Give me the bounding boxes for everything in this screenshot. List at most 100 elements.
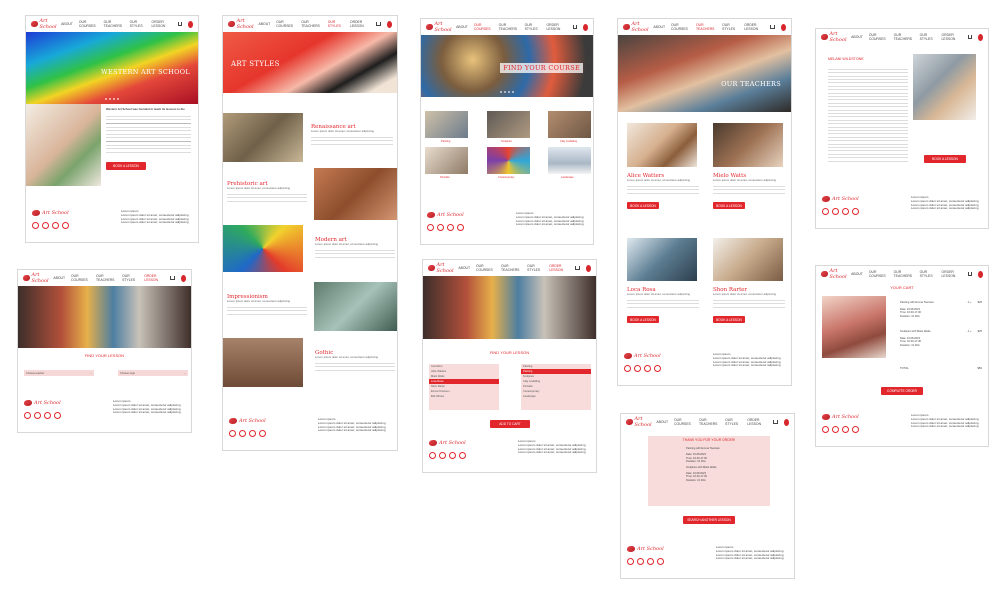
- nav-courses[interactable]: OUR COURSES: [674, 418, 693, 426]
- nav-teachers[interactable]: OUR TEACHERS: [501, 264, 521, 272]
- logo[interactable]: Art School: [626, 416, 656, 428]
- nav-order[interactable]: ORDER LESSON: [747, 418, 767, 426]
- user-icon[interactable]: [386, 20, 392, 28]
- nav-courses[interactable]: OUR COURSES: [869, 270, 888, 278]
- nav-teachers[interactable]: OUR TEACHERS: [699, 418, 719, 426]
- nav-about[interactable]: ABOUT: [61, 22, 73, 26]
- facebook-icon[interactable]: [822, 208, 829, 215]
- youtube-icon[interactable]: [647, 558, 654, 565]
- youtube-icon[interactable]: [449, 452, 456, 459]
- nav-styles[interactable]: OUR STYLES: [122, 274, 138, 282]
- cart-icon[interactable]: [177, 22, 182, 26]
- cart-icon[interactable]: [773, 420, 778, 424]
- nav-styles[interactable]: OUR STYLES: [920, 33, 936, 41]
- facebook-icon[interactable]: [627, 558, 634, 565]
- course-landscape[interactable]: [548, 147, 591, 174]
- cart-icon[interactable]: [575, 266, 580, 270]
- logo[interactable]: Art School: [821, 31, 851, 43]
- user-icon[interactable]: [180, 274, 186, 282]
- user-icon[interactable]: [585, 264, 591, 272]
- complete-order-button[interactable]: COMPLETE ORDER: [881, 387, 923, 395]
- nav-styles[interactable]: OUR STYLES: [920, 270, 936, 278]
- pinterest-icon[interactable]: [852, 208, 859, 215]
- nav-courses[interactable]: OUR COURSES: [476, 264, 495, 272]
- nav-about[interactable]: ABOUT: [851, 35, 863, 39]
- course-contemporary[interactable]: [487, 147, 530, 174]
- user-icon[interactable]: [977, 33, 983, 41]
- nav-about[interactable]: ABOUT: [458, 266, 470, 270]
- nav-styles[interactable]: OUR STYLES: [130, 20, 146, 28]
- cart-icon[interactable]: [967, 35, 972, 39]
- nav-order[interactable]: ORDER LESSON: [152, 20, 172, 28]
- logo[interactable]: Art School: [23, 272, 53, 284]
- nav-about[interactable]: ABOUT: [259, 22, 271, 26]
- user-icon[interactable]: [187, 20, 193, 28]
- course-portraits[interactable]: [425, 147, 468, 174]
- user-icon[interactable]: [783, 418, 789, 426]
- facebook-icon[interactable]: [427, 224, 434, 231]
- nav-courses[interactable]: OUR COURSES: [474, 23, 493, 31]
- instagram-icon[interactable]: [439, 452, 446, 459]
- book-lesson-button[interactable]: BOOK A LESSON: [106, 161, 146, 170]
- nav-courses[interactable]: OUR COURSES: [276, 20, 295, 28]
- pinterest-icon[interactable]: [459, 452, 466, 459]
- quantity-stepper[interactable]: - 1 +: [966, 330, 971, 333]
- nav-teachers[interactable]: OUR TEACHERS: [696, 23, 716, 31]
- nav-courses[interactable]: OUR COURSES: [79, 20, 98, 28]
- nav-order[interactable]: ORDER LESSON: [744, 23, 764, 31]
- nav-teachers[interactable]: OUR TEACHERS: [104, 20, 124, 28]
- nav-styles[interactable]: OUR STYLES: [527, 264, 543, 272]
- pinterest-icon[interactable]: [259, 430, 266, 437]
- facebook-icon[interactable]: [229, 430, 236, 437]
- nav-styles[interactable]: OUR STYLES: [725, 418, 741, 426]
- book-lesson-button[interactable]: BOOK A LESSON: [924, 155, 966, 163]
- logo[interactable]: Art School: [821, 268, 851, 280]
- nav-styles[interactable]: OUR STYLES: [525, 23, 541, 31]
- facebook-icon[interactable]: [24, 412, 31, 419]
- instagram-icon[interactable]: [34, 412, 41, 419]
- style-dropdown[interactable]: Painting Painting Sculpture Clay modelli…: [521, 364, 591, 410]
- youtube-icon[interactable]: [842, 426, 849, 433]
- instagram-icon[interactable]: [634, 365, 641, 372]
- user-icon[interactable]: [977, 270, 983, 278]
- quantity-stepper[interactable]: - 1 +: [966, 301, 971, 304]
- book-lesson-button[interactable]: BOOK A LESSON: [627, 202, 659, 210]
- cart-icon[interactable]: [967, 272, 972, 276]
- youtube-icon[interactable]: [842, 208, 849, 215]
- pinterest-icon[interactable]: [457, 224, 464, 231]
- nav-order[interactable]: ORDER LESSON: [547, 23, 567, 31]
- youtube-icon[interactable]: [249, 430, 256, 437]
- user-icon[interactable]: [780, 23, 786, 31]
- style-select[interactable]: Choose style ⌄: [118, 370, 188, 376]
- pinterest-icon[interactable]: [657, 558, 664, 565]
- search-another-lesson-button[interactable]: SEARCH ANOTHER LESSON: [683, 516, 735, 524]
- nav-teachers[interactable]: OUR TEACHERS: [894, 33, 914, 41]
- nav-teachers[interactable]: OUR TEACHERS: [894, 270, 914, 278]
- nav-about[interactable]: ABOUT: [456, 25, 468, 29]
- instagram-icon[interactable]: [832, 426, 839, 433]
- youtube-icon[interactable]: [44, 412, 51, 419]
- facebook-icon[interactable]: [32, 222, 39, 229]
- youtube-icon[interactable]: [644, 365, 651, 372]
- instagram-icon[interactable]: [437, 224, 444, 231]
- logo[interactable]: Art School: [31, 18, 61, 30]
- nav-teachers[interactable]: OUR TEACHERS: [499, 23, 519, 31]
- add-to-cart-button[interactable]: ADD TO CART: [490, 420, 530, 428]
- nav-order[interactable]: ORDER LESSON: [549, 264, 569, 272]
- teacher-select[interactable]: Choose teacher ⌄: [24, 370, 94, 376]
- cart-icon[interactable]: [770, 25, 775, 29]
- instagram-icon[interactable]: [42, 222, 49, 229]
- nav-about[interactable]: ABOUT: [53, 276, 65, 280]
- user-icon[interactable]: [582, 23, 588, 31]
- cart-icon[interactable]: [170, 276, 175, 280]
- logo[interactable]: Art School: [426, 21, 456, 33]
- youtube-icon[interactable]: [447, 224, 454, 231]
- teacher-dropdown[interactable]: Lisa Moro Alice Watters Mielo Watts Loca…: [429, 364, 499, 410]
- youtube-icon[interactable]: [52, 222, 59, 229]
- pinterest-icon[interactable]: [54, 412, 61, 419]
- nav-courses[interactable]: OUR COURSES: [671, 23, 690, 31]
- cart-icon[interactable]: [572, 25, 577, 29]
- nav-styles[interactable]: OUR STYLES: [328, 20, 344, 28]
- pinterest-icon[interactable]: [654, 365, 661, 372]
- carousel-dots[interactable]: [500, 91, 514, 93]
